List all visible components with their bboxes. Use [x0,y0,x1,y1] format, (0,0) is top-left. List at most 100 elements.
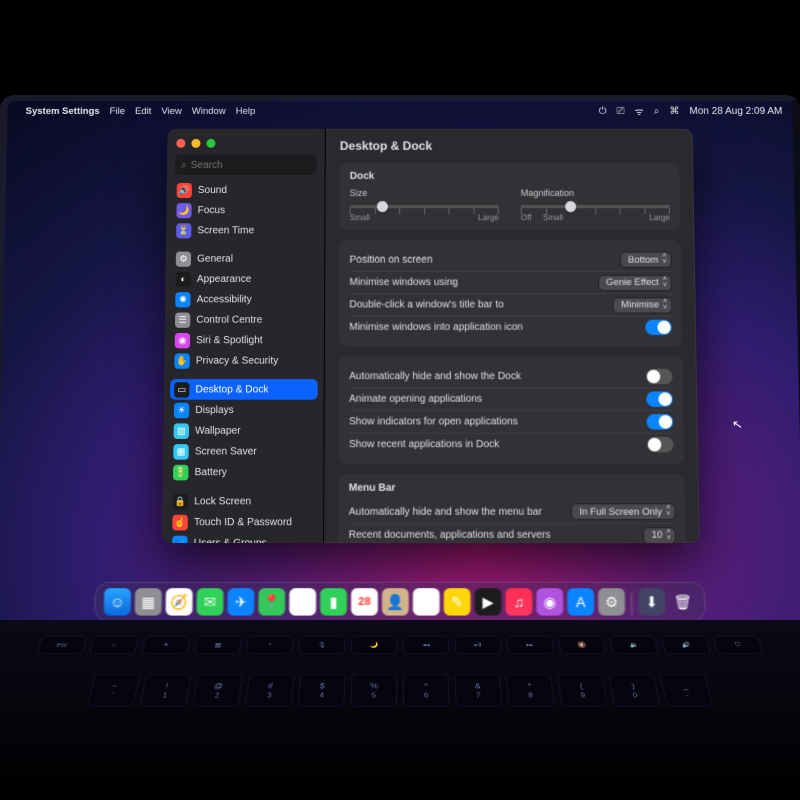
dock-safari-icon[interactable]: 🧭 [166,588,193,615]
popup-button[interactable]: 10˄˅ [644,528,675,543]
dock-music-icon[interactable]: ♫ [505,588,532,615]
focus-icon: 🌙 [176,203,191,218]
size-slider[interactable] [350,200,499,212]
popup-button[interactable]: Genie Effect˄˅ [599,275,671,289]
app-name[interactable]: System Settings [26,105,100,116]
dock-settings-icon[interactable]: ⚙ [598,588,625,615]
popup-button[interactable]: Bottom˄˅ [621,253,671,267]
screen: System Settings File Edit View Window Help ⏻… [0,95,800,628]
dock-mail-icon[interactable]: ✈ [227,588,254,615]
sidebar-item-sound[interactable]: 🔊 Sound [173,180,319,200]
sidebar-item-label: Wallpaper [195,425,241,436]
sidebar-item-wallpaper[interactable]: ▧Wallpaper [169,420,317,441]
setting-label: Animate opening applications [349,393,482,404]
toggle-switch[interactable] [646,391,673,406]
sidebar-item-lock-screen[interactable]: 🔒Lock Screen [169,491,318,512]
sidebar-item-label: General [197,253,233,264]
popup-button[interactable]: In Full Screen Only˄˅ [572,504,675,519]
dock-maps-icon[interactable]: 📍 [258,588,285,615]
dock-options-section: Position on screenBottom˄˅Minimise windo… [339,240,682,346]
sidebar-item-displays[interactable]: ☀ Displays [170,400,318,421]
popup-button[interactable]: Minimise˄˅ [614,298,671,312]
search-input[interactable] [191,159,311,170]
dock-photos-icon[interactable]: ✿ [289,588,316,615]
search-icon[interactable]: ⌕ [654,105,660,116]
sidebar-item-privacy-security[interactable]: ✋Privacy & Security [170,350,317,371]
sidebar-item-label: Desktop & Dock [195,384,268,395]
search-field[interactable]: ⌕ [175,155,317,175]
sidebar-item-accessibility[interactable]: ✺ Accessibility [171,289,318,309]
siri-spotlight-icon: ◉ [175,332,190,347]
control-centre-icon[interactable]: ⌘ [669,105,679,116]
dock-launchpad-icon[interactable]: ▦ [135,588,162,615]
toggle-switch[interactable] [645,320,672,335]
dock-calendar-icon[interactable]: 28 [351,588,378,615]
dock-downloads-icon[interactable]: ⬇ [638,588,665,615]
sidebar-item-label: Sound [198,184,227,195]
setting-row: Position on screenBottom˄˅ [349,249,670,271]
wifi-icon[interactable]: ᯤ [635,104,644,118]
sidebar-item-appearance[interactable]: ◐Appearance [171,269,318,289]
size-label: Size [350,188,499,198]
sidebar-item-label: Appearance [197,273,252,284]
menubar: System Settings File Edit View Window Help ⏻… [7,101,792,121]
displays-icon: ☀ [174,402,189,417]
dock-appstore-icon[interactable]: A [567,588,594,615]
dock-facetime-icon[interactable]: ▮ [320,588,347,615]
minimise-button[interactable] [191,139,200,148]
dock-messages-icon[interactable]: ✉ [196,588,223,615]
sidebar-item-battery[interactable]: 🔋Battery [169,462,317,483]
sidebar-item-label: Control Centre [196,314,262,325]
sidebar-item-control-centre[interactable]: ☰ Control Centre [171,309,318,329]
toggle-icon[interactable]: ⎚ [617,105,625,116]
sidebar-item-label: Touch ID & Password [194,516,292,527]
clock[interactable]: Mon 28 Aug 2:09 AM [689,105,782,116]
dock-podcasts-icon[interactable]: ◉ [536,588,563,615]
privacy-security-icon: ✋ [174,353,189,368]
sidebar-item-screen-saver[interactable]: ▦Screen Saver [169,441,317,462]
sidebar-item-siri-spotlight[interactable]: ◉Siri & Spotlight [171,330,318,350]
dock-finder-icon[interactable]: ☺ [104,588,131,615]
setting-row: Show recent applications in Dock [349,433,674,456]
dock-notes-icon[interactable]: ✎ [444,588,471,615]
touch-id-password-icon: ☝ [172,514,188,530]
setting-label: Recent documents, applications and serve… [349,529,551,541]
system-settings-window: ⌕ 🔊 Sound 🌙Focus⏳Screen Time ⚙General◐Appea… [162,129,700,543]
toggle-switch[interactable] [647,437,674,453]
sidebar-item-desktop-dock[interactable]: ▭ Desktop & Dock [170,379,318,400]
dock-reminders-icon[interactable]: ☑ [413,588,440,615]
magnification-slider[interactable] [521,200,670,212]
dock-section: Dock Size SmallLarge Magnification [340,163,681,230]
chevron-updown-icon: ˄˅ [663,299,667,311]
sidebar-item-general[interactable]: ⚙General [172,249,319,269]
menu-edit[interactable]: Edit [135,105,152,116]
desktop-dock-icon: ▭ [174,382,189,397]
sidebar-item-screen-time[interactable]: ⏳Screen Time [172,220,318,240]
toggle-switch[interactable] [646,368,673,383]
battery-icon[interactable]: ⏻ [599,105,607,116]
lock-screen-icon: 🔒 [173,493,189,509]
menu-view[interactable]: View [161,105,182,116]
magnification-label: Magnification [521,188,670,198]
sidebar-item-label: Displays [195,404,234,415]
sidebar-item-label: Screen Saver [195,446,257,457]
screen-time-icon: ⏳ [176,223,191,238]
close-button[interactable] [176,139,185,148]
setting-label: Show indicators for open applications [349,416,518,427]
menu-file[interactable]: File [110,105,126,116]
zoom-button[interactable] [206,139,215,148]
sidebar-item-focus[interactable]: 🌙Focus [172,200,318,220]
menubar-heading: Menu Bar [349,482,674,493]
sidebar-item-touch-id-password[interactable]: ☝ Touch ID & Password [168,512,317,533]
dock-tv-icon[interactable]: ▶ [475,588,502,615]
sound-icon: 🔊 [177,182,192,197]
dock-trash-icon[interactable]: 🗑 [669,588,696,615]
control-centre-icon: ☰ [175,312,190,327]
sidebar-item-label: Accessibility [197,294,252,305]
dock-contacts-icon[interactable]: 👤 [382,588,409,615]
menu-help[interactable]: Help [236,105,256,116]
accessibility-icon: ✺ [175,292,190,307]
toggle-switch[interactable] [647,414,674,429]
menu-window[interactable]: Window [192,105,226,116]
sidebar-item-users-groups[interactable]: 👥Users & Groups [168,533,317,543]
